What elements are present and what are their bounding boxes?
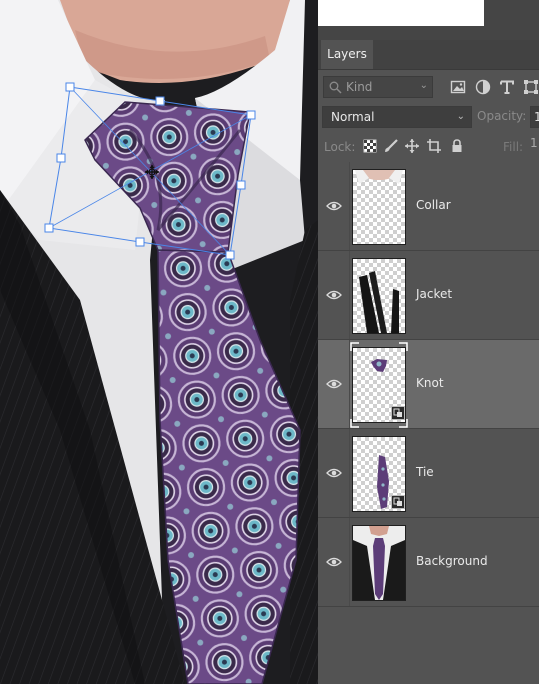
- layer-thumbnail: [352, 525, 406, 601]
- panel-tab-strip: Layers: [318, 40, 539, 70]
- kind-filter-value: Kind: [346, 80, 373, 94]
- layer-name: Collar: [416, 198, 451, 212]
- opacity-input[interactable]: 1: [530, 106, 539, 128]
- layer-row-background[interactable]: Background: [318, 518, 539, 607]
- smart-object-icon: [391, 495, 405, 509]
- layer-name: Tie: [416, 465, 434, 479]
- image-filter-icon[interactable]: [450, 79, 466, 95]
- visibility-column-divider: [349, 518, 350, 606]
- opacity-label: Opacity:: [477, 109, 527, 123]
- layers-panel: Layers Kind ⌄ Normal ⌄ Opacity: 1 Lock:: [318, 0, 539, 684]
- fill-label: Fill:: [503, 140, 524, 154]
- tab-layers[interactable]: Layers: [321, 40, 373, 69]
- layer-name: Knot: [416, 376, 444, 390]
- lock-transparent-pixels-icon[interactable]: [362, 138, 378, 154]
- layer-name: Jacket: [416, 287, 453, 301]
- layer-row-collar[interactable]: Collar: [318, 162, 539, 251]
- eye-icon[interactable]: [326, 288, 342, 302]
- panel-header-area: [318, 0, 539, 40]
- type-filter-icon[interactable]: [499, 79, 515, 95]
- visibility-column-divider: [349, 429, 350, 517]
- smart-object-icon: [391, 406, 405, 420]
- chevron-down-icon: ⌄: [419, 80, 428, 91]
- document-area-edge: [318, 0, 484, 26]
- visibility-column-divider: [349, 251, 350, 339]
- layer-list: Collar Jacket Knot Tie Background: [318, 162, 539, 607]
- layer-name: Background: [416, 554, 488, 568]
- shape-filter-icon[interactable]: [523, 79, 539, 95]
- lock-all-icon[interactable]: [449, 138, 465, 154]
- canvas-image: [0, 0, 318, 684]
- layer-kind-filter[interactable]: Kind ⌄: [323, 76, 433, 98]
- layer-row-tie[interactable]: Tie: [318, 429, 539, 518]
- lock-position-icon[interactable]: [404, 138, 420, 154]
- opacity-value: 1: [534, 110, 539, 124]
- eye-icon[interactable]: [326, 199, 342, 213]
- layer-row-knot[interactable]: Knot: [318, 340, 539, 429]
- document-canvas[interactable]: [0, 0, 318, 684]
- visibility-column-divider: [349, 162, 350, 250]
- search-icon: [329, 81, 342, 94]
- eye-icon[interactable]: [326, 555, 342, 569]
- eye-icon[interactable]: [326, 466, 342, 480]
- fill-input[interactable]: 1: [530, 136, 539, 156]
- layer-thumbnail: [352, 258, 406, 334]
- lock-label: Lock:: [324, 140, 356, 154]
- chevron-down-icon: ⌄: [456, 111, 465, 122]
- blend-mode-value: Normal: [331, 110, 375, 124]
- lock-image-pixels-icon[interactable]: [383, 138, 399, 154]
- layer-thumbnail: [352, 169, 406, 245]
- blend-mode-select[interactable]: Normal ⌄: [322, 106, 472, 128]
- eye-icon[interactable]: [326, 377, 342, 391]
- lock-artboard-icon[interactable]: [426, 138, 442, 154]
- layer-row-jacket[interactable]: Jacket: [318, 251, 539, 340]
- adjustment-filter-icon[interactable]: [475, 79, 491, 95]
